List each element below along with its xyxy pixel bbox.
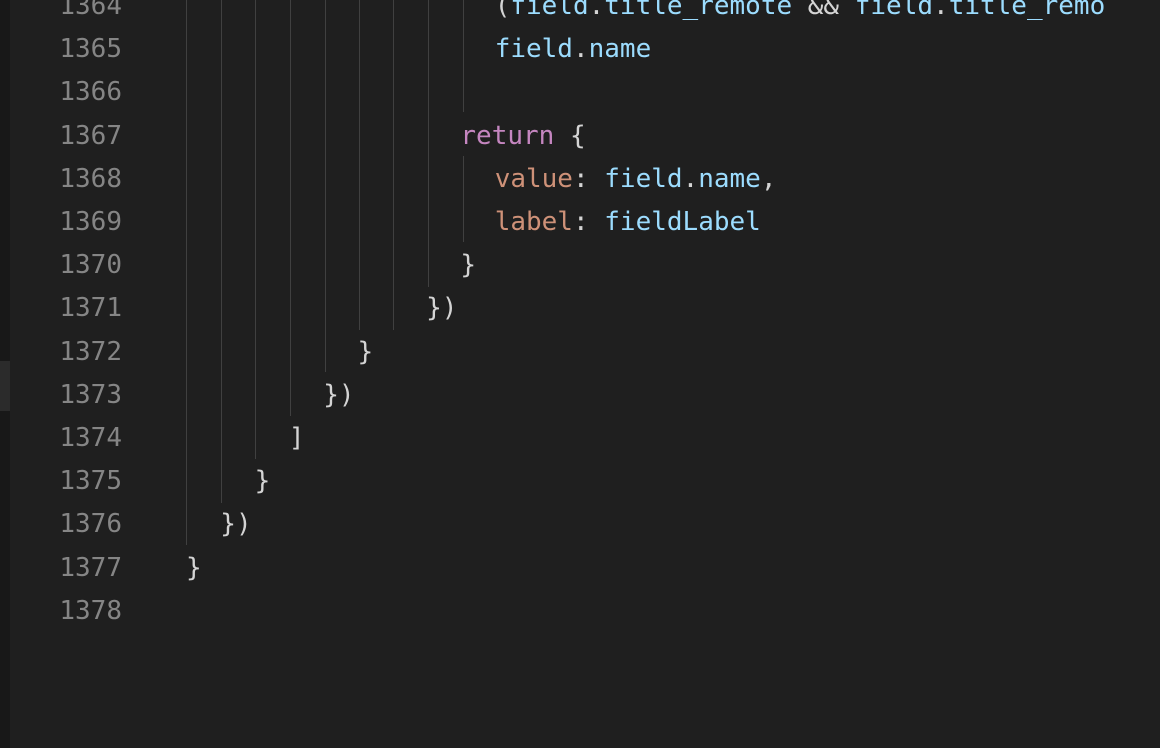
code-line[interactable]: 1364 (field.title_remote && field.title_r…	[0, 0, 1160, 28]
code-token: title_remote	[604, 0, 793, 21]
code-text[interactable]: (field.title_remote && field.title_remo	[495, 0, 1106, 28]
code-token: {	[554, 120, 586, 151]
line-number: 1366	[59, 77, 122, 108]
code-token: .	[682, 163, 699, 194]
line-number: 1368	[59, 163, 122, 194]
line-number: 1375	[59, 466, 122, 497]
code-text[interactable]: })	[323, 374, 354, 417]
code-token: })	[426, 293, 458, 324]
code-token: field	[854, 0, 934, 21]
code-text[interactable]: }	[255, 460, 271, 503]
code-token: }	[254, 466, 271, 497]
code-line[interactable]: 1370}	[0, 244, 1160, 287]
code-token: })	[220, 509, 252, 540]
code-token: name	[588, 34, 652, 65]
line-number: 1378	[59, 595, 122, 626]
code-text[interactable]: field.name	[495, 28, 652, 71]
code-token: field	[510, 0, 589, 21]
code-token: ]	[288, 423, 305, 453]
code-line[interactable]: 1375}	[0, 460, 1160, 503]
line-number: 1374	[59, 423, 122, 453]
code-text[interactable]: }	[358, 331, 374, 374]
code-text[interactable]: })	[220, 503, 251, 546]
code-token: return	[460, 120, 555, 151]
code-token: :	[572, 207, 605, 237]
line-number: 1377	[59, 552, 122, 583]
line-number: 1370	[59, 250, 122, 281]
code-line[interactable]: 1373})	[0, 374, 1160, 417]
code-token: }	[460, 250, 477, 281]
code-token: label	[494, 207, 573, 237]
line-number: 1371	[59, 293, 122, 324]
code-text[interactable]: }	[460, 244, 476, 287]
code-token: field	[604, 163, 683, 194]
code-text[interactable]: ]	[289, 417, 305, 460]
code-text[interactable]: label: fieldLabel	[495, 201, 761, 244]
code-line[interactable]: 1378	[0, 590, 1160, 633]
code-token: value	[494, 163, 573, 194]
code-token: .	[933, 0, 949, 21]
code-token: name	[698, 163, 761, 194]
code-token: (	[494, 0, 511, 21]
code-token: })	[323, 379, 355, 410]
code-line[interactable]: 1377}	[0, 547, 1160, 590]
code-token: title_remo	[948, 0, 1106, 21]
line-number: 1373	[59, 379, 122, 410]
code-token: .	[572, 34, 589, 65]
line-number: 1364	[59, 0, 122, 21]
code-line[interactable]: 1372}	[0, 331, 1160, 374]
code-token: }	[357, 336, 374, 367]
code-line[interactable]: 1367 return {	[0, 115, 1160, 158]
code-token: .	[588, 0, 605, 21]
code-line[interactable]: 1369 label: fieldLabel	[0, 201, 1160, 244]
code-line[interactable]: 1371})	[0, 287, 1160, 330]
code-line[interactable]: 1366	[0, 71, 1160, 114]
code-text[interactable]: return {	[460, 115, 585, 158]
code-token: }	[186, 552, 202, 583]
line-number: 1365	[59, 34, 122, 65]
code-token: :	[572, 163, 605, 194]
code-line[interactable]: 1376})	[0, 503, 1160, 546]
code-line[interactable]: 1374]	[0, 417, 1160, 460]
code-text[interactable]: value: field.name,	[495, 158, 777, 201]
code-token: field	[494, 34, 573, 65]
code-token: &&	[792, 0, 855, 21]
code-text[interactable]: })	[426, 287, 457, 330]
code-token: fieldLabel	[604, 207, 761, 237]
line-number: 1367	[59, 120, 122, 151]
line-number: 1372	[59, 336, 122, 367]
code-line[interactable]: 1365 field.name	[0, 28, 1160, 71]
code-editor[interactable]: 1364 (field.title_remote && field.title_r…	[0, 0, 1160, 748]
code-token: ,	[760, 163, 777, 194]
line-number: 1369	[59, 207, 122, 237]
code-line[interactable]: 1368 value: field.name,	[0, 158, 1160, 201]
code-text[interactable]: }	[186, 547, 202, 590]
line-number: 1376	[59, 509, 122, 540]
